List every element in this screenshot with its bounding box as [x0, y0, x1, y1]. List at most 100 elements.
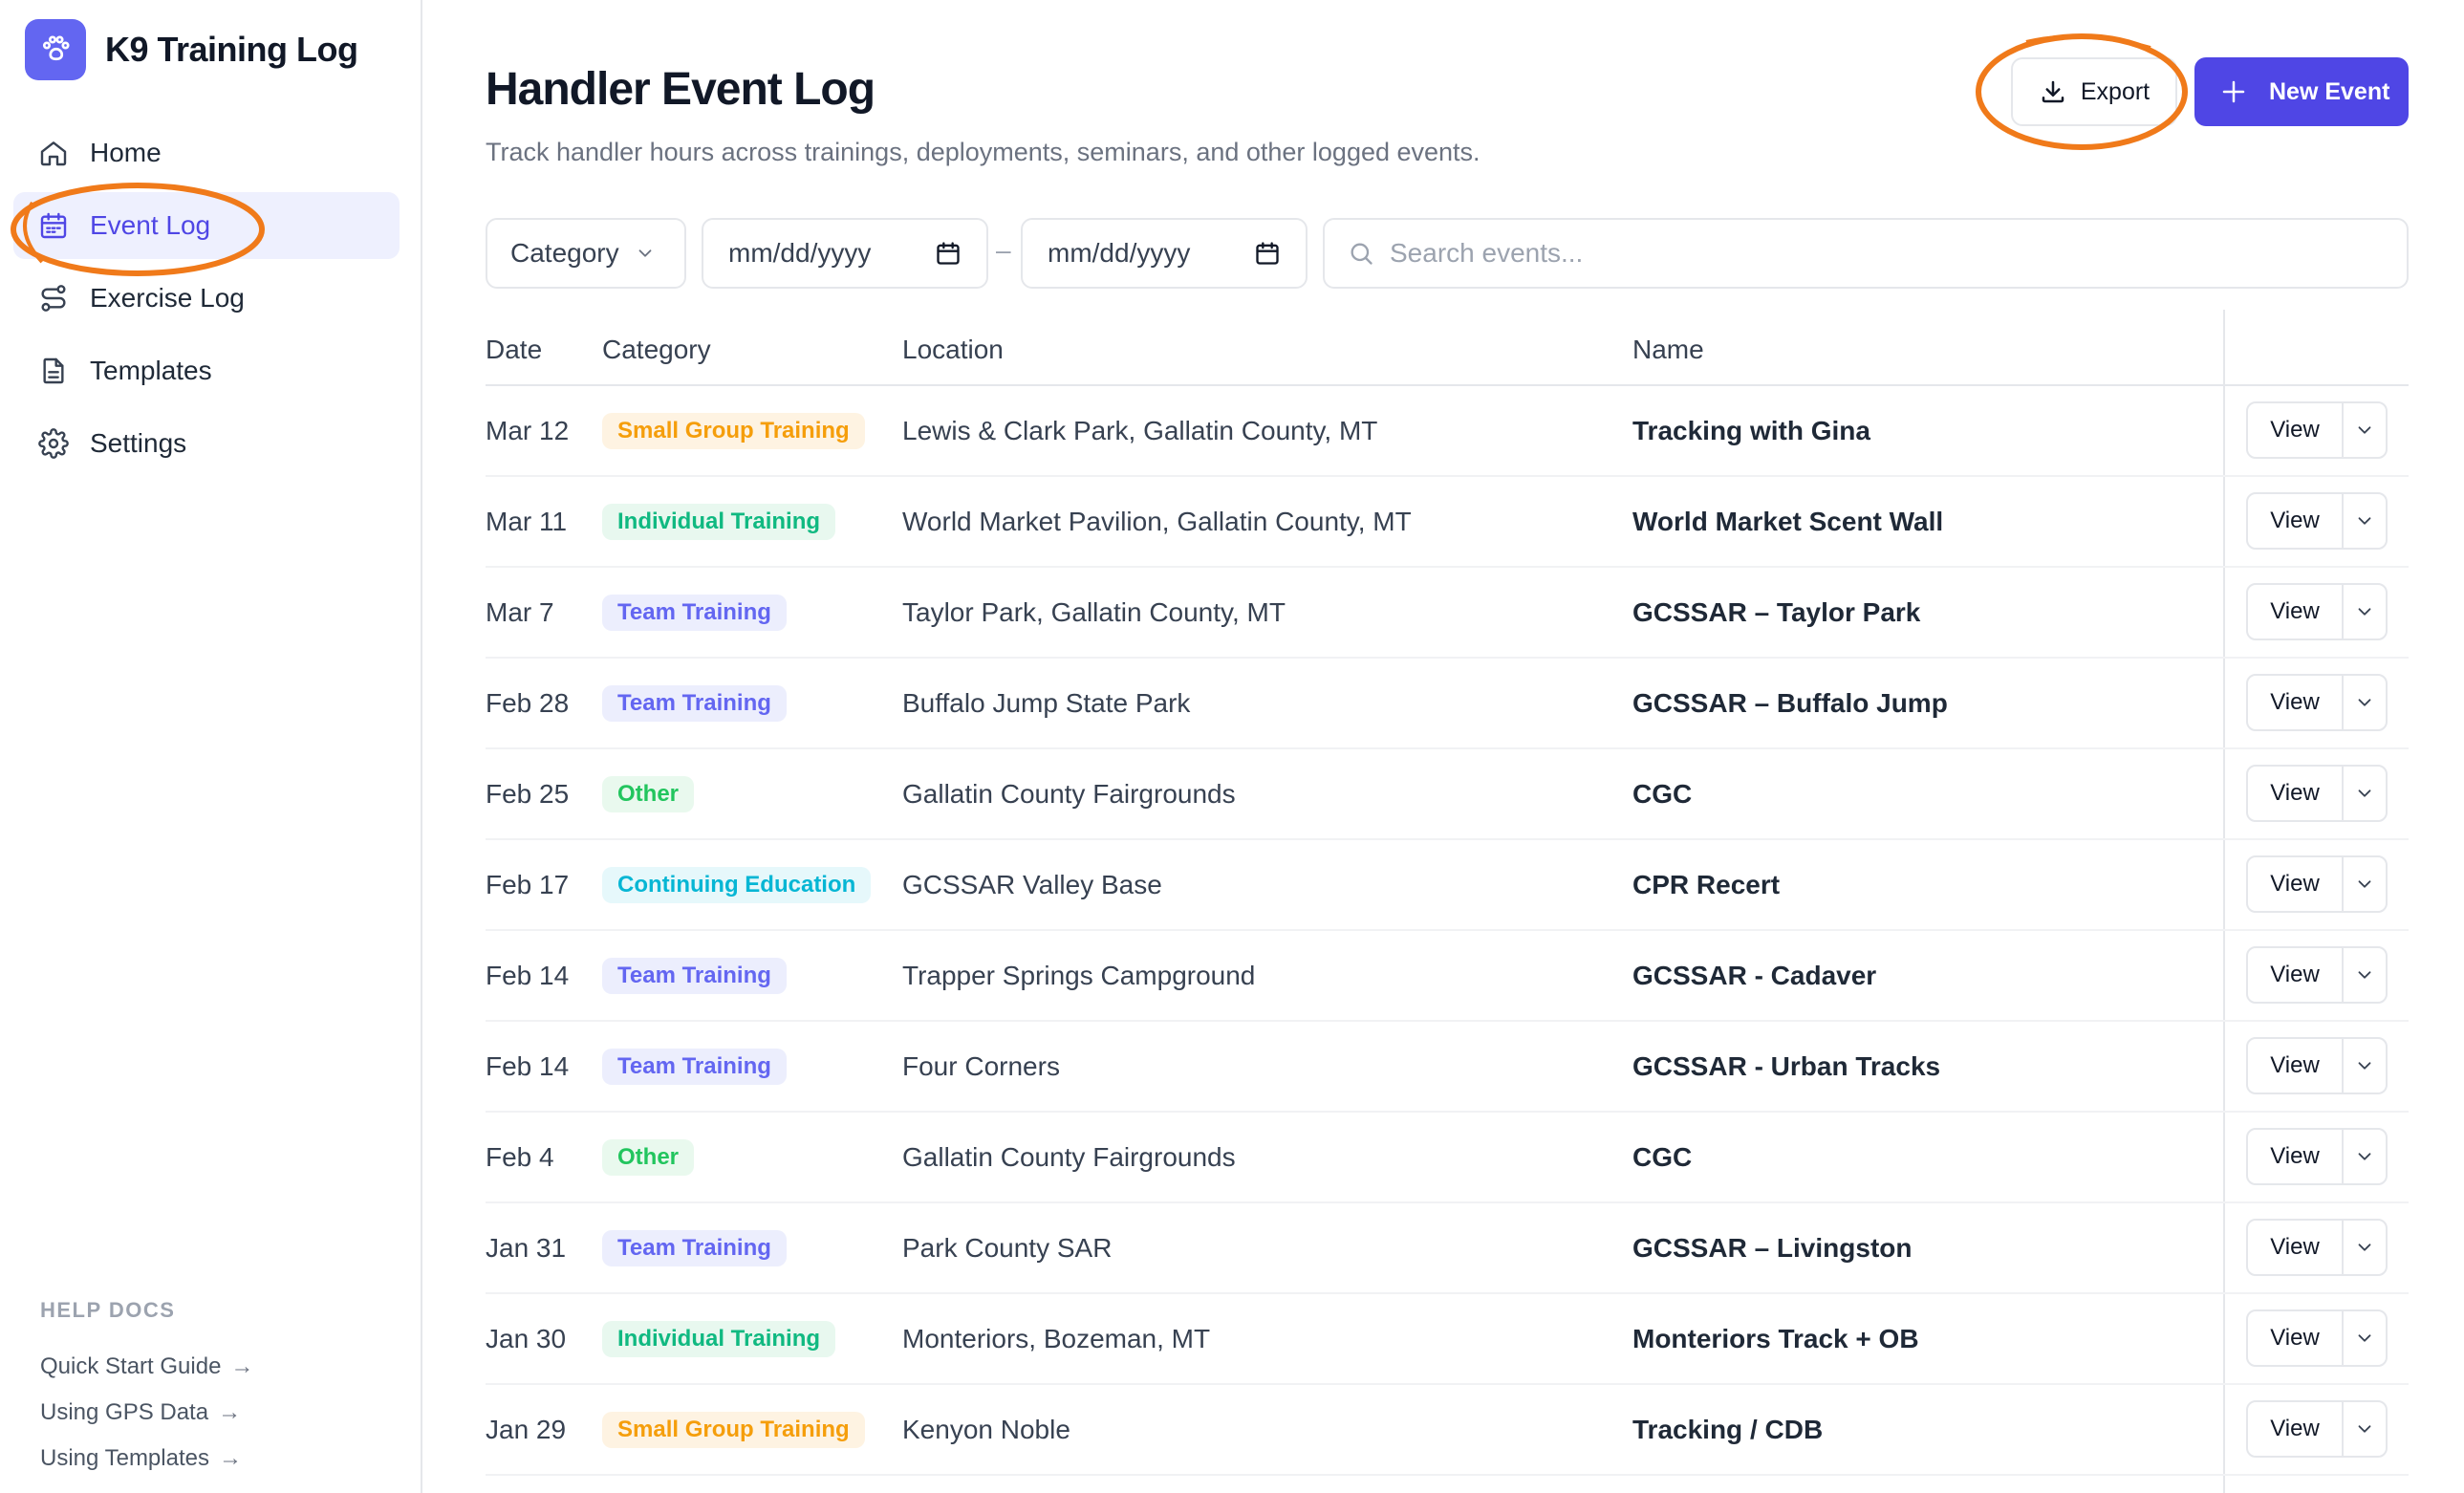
- table-row[interactable]: Feb 28 Team Training Buffalo Jump State Pa…: [486, 659, 2409, 749]
- event-name[interactable]: GCSSAR - Urban Tracks: [1632, 1022, 1940, 1111]
- event-category: Individual Training: [602, 477, 836, 566]
- view-button[interactable]: View: [2248, 1311, 2344, 1365]
- category-badge: Other: [602, 775, 695, 812]
- row-menu-button[interactable]: [2344, 1130, 2386, 1183]
- event-date: Feb 14: [486, 960, 570, 990]
- new-event-label: New Event: [2269, 77, 2390, 105]
- event-name[interactable]: Tracking with Gina: [1632, 386, 1870, 475]
- row-actions: View: [2246, 401, 2388, 459]
- view-button[interactable]: View: [2248, 403, 2344, 457]
- event-name[interactable]: CGC: [1632, 749, 1692, 838]
- app-title: K9 Training Log: [105, 30, 358, 69]
- row-menu-button[interactable]: [2344, 585, 2386, 638]
- row-menu-button[interactable]: [2344, 1402, 2386, 1456]
- help-link-templates[interactable]: Using Templates →: [40, 1436, 253, 1482]
- paw-logo-icon: [25, 19, 86, 80]
- chevron-down-icon: [2358, 608, 2371, 616]
- chevron-down-icon: [2358, 790, 2371, 797]
- table-row[interactable]: Feb 17 Continuing Education GCSSAR Valley …: [486, 840, 2409, 931]
- column-header-category[interactable]: Category: [602, 335, 711, 365]
- row-menu-button[interactable]: [2344, 1039, 2386, 1093]
- view-button[interactable]: View: [2248, 585, 2344, 638]
- help-link-gps-data[interactable]: Using GPS Data →: [40, 1390, 253, 1436]
- sidebar-item-exercise-log[interactable]: Exercise Log: [13, 265, 400, 332]
- view-button[interactable]: View: [2248, 767, 2344, 820]
- chevron-down-icon: [2358, 1153, 2371, 1160]
- row-menu-button[interactable]: [2344, 948, 2386, 1002]
- event-category: Continuing Education: [602, 840, 872, 929]
- event-name[interactable]: CGC: [1632, 1113, 1692, 1201]
- event-name[interactable]: GCSSAR - Cadaver: [1632, 931, 1876, 1020]
- event-name[interactable]: CPR Recert: [1632, 840, 1780, 929]
- view-button[interactable]: View: [2248, 948, 2344, 1002]
- event-name[interactable]: GCSSAR – Livingston: [1632, 1203, 1912, 1292]
- column-header-date[interactable]: Date: [486, 335, 542, 365]
- row-menu-button[interactable]: [2344, 403, 2386, 457]
- view-button[interactable]: View: [2248, 1402, 2344, 1456]
- sidebar-item-templates[interactable]: Templates: [13, 337, 400, 404]
- row-menu-button[interactable]: [2344, 1311, 2386, 1365]
- event-location: Gallatin County Fairgrounds: [902, 778, 1236, 809]
- event-category: Team Training: [602, 659, 787, 747]
- column-header-location[interactable]: Location: [902, 335, 1004, 365]
- export-button[interactable]: Export: [2011, 57, 2177, 126]
- help-link-quick-start[interactable]: Quick Start Guide →: [40, 1344, 253, 1390]
- category-select[interactable]: Category: [486, 218, 686, 289]
- row-actions: View: [2246, 765, 2388, 822]
- brand[interactable]: K9 Training Log: [25, 19, 358, 80]
- event-name[interactable]: GCSSAR – Taylor Park: [1632, 568, 1920, 657]
- sidebar-item-event-log[interactable]: Event Log: [13, 192, 400, 259]
- event-location: Trapper Springs Campground: [902, 960, 1256, 990]
- category-badge: Team Training: [602, 1229, 787, 1266]
- date-to-input[interactable]: mm/dd/yyyy: [1021, 218, 1308, 289]
- row-menu-button[interactable]: [2344, 494, 2386, 548]
- view-button[interactable]: View: [2248, 1221, 2344, 1274]
- view-button[interactable]: View: [2248, 494, 2344, 548]
- date-from-input[interactable]: mm/dd/yyyy: [702, 218, 988, 289]
- event-name[interactable]: Tracking / CDB: [1632, 1385, 1823, 1474]
- view-button[interactable]: View: [2248, 676, 2344, 729]
- sidebar-item-settings[interactable]: Settings: [13, 410, 400, 477]
- table-row[interactable]: Feb 4 Other Gallatin County Fairgrounds CGC…: [486, 1113, 2409, 1203]
- view-button[interactable]: View: [2248, 1039, 2344, 1093]
- view-button[interactable]: View: [2248, 857, 2344, 911]
- new-event-button[interactable]: New Event: [2194, 57, 2409, 126]
- view-button[interactable]: View: [2248, 1130, 2344, 1183]
- event-name[interactable]: World Market Scent Wall: [1632, 477, 1943, 566]
- row-menu-button[interactable]: [2344, 767, 2386, 820]
- date-from-placeholder: mm/dd/yyyy: [728, 238, 872, 268]
- search-input[interactable]: Search events...: [1323, 218, 2409, 289]
- category-badge: Other: [602, 1138, 695, 1176]
- help-link-label: Quick Start Guide: [40, 1353, 222, 1379]
- table-row[interactable]: Mar 7 Team Training Taylor Park, Gallatin …: [486, 568, 2409, 659]
- calendar-picker-icon[interactable]: [935, 240, 962, 267]
- row-menu-button[interactable]: [2344, 1221, 2386, 1274]
- row-actions: View: [2246, 492, 2388, 550]
- row-menu-button[interactable]: [2344, 676, 2386, 729]
- table-row[interactable]: Feb 14 Team Training Trapper Springs Campg…: [486, 931, 2409, 1022]
- table-row[interactable]: Feb 25 Other Gallatin County Fairgrounds CG…: [486, 749, 2409, 840]
- chevron-down-icon: [2358, 1062, 2371, 1070]
- arrow-right-icon: →: [218, 1445, 242, 1471]
- sidebar-item-label: Templates: [90, 356, 212, 385]
- sidebar-item-home[interactable]: Home: [13, 119, 400, 186]
- event-category: Team Training: [602, 568, 787, 657]
- event-location: Kenyon Noble: [902, 1414, 1070, 1444]
- table-row[interactable]: Jan 31 Team Training Park County SAR GCSSAR…: [486, 1203, 2409, 1294]
- table-row[interactable]: Mar 11 Individual Training World Market Pa…: [486, 477, 2409, 568]
- row-menu-button[interactable]: [2344, 857, 2386, 911]
- event-name[interactable]: GCSSAR – Buffalo Jump: [1632, 659, 1948, 747]
- row-actions: View: [2246, 1400, 2388, 1458]
- event-name[interactable]: Monteriors Track + OB: [1632, 1294, 1919, 1383]
- event-location: Four Corners: [902, 1050, 1060, 1081]
- gear-icon: [38, 428, 69, 459]
- table-row[interactable]: Jan 30 Individual Training Monteriors, Boz…: [486, 1294, 2409, 1385]
- event-date: Feb 14: [486, 1050, 570, 1081]
- chevron-down-icon: [2358, 699, 2371, 706]
- column-header-name[interactable]: Name: [1632, 335, 1704, 365]
- calendar-picker-icon[interactable]: [1254, 240, 1281, 267]
- category-badge: Team Training: [602, 684, 787, 722]
- table-row[interactable]: Mar 12 Small Group Training Lewis & Clark …: [486, 386, 2409, 477]
- table-row[interactable]: Jan 29 Small Group Training Kenyon Noble Tr…: [486, 1385, 2409, 1476]
- table-row[interactable]: Feb 14 Team Training Four Corners GCSSAR - …: [486, 1022, 2409, 1113]
